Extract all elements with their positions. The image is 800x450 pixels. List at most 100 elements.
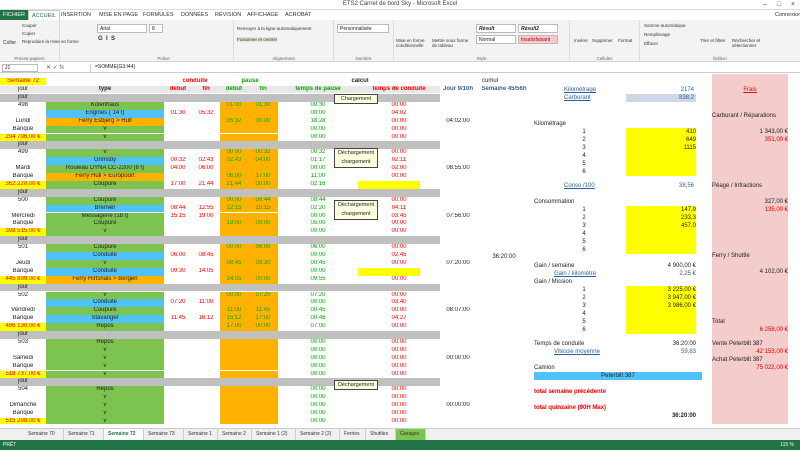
pause-debut[interactable]: 17:00 xyxy=(220,323,248,331)
mission-index[interactable]: 2 xyxy=(574,294,594,302)
conduite-debut[interactable] xyxy=(164,307,192,315)
temps-pause[interactable]: 00:00 xyxy=(278,418,358,424)
pause-fin[interactable]: 00:32 xyxy=(248,149,278,157)
temps-pause[interactable]: 00:45 xyxy=(278,260,358,268)
style-result2[interactable]: Résult2 xyxy=(518,24,558,33)
km-value[interactable]: 410 xyxy=(626,128,696,136)
conduite-fin[interactable]: 06:00 xyxy=(192,165,220,173)
conduite-debut[interactable] xyxy=(164,260,192,268)
temps-conduite[interactable]: 02:45 xyxy=(358,252,440,260)
header-temps-pause[interactable]: temps de pause xyxy=(278,86,358,93)
trip-type[interactable]: v xyxy=(46,228,164,236)
day-money[interactable]: 398 515,00 € xyxy=(0,228,46,236)
frais-peage-1[interactable]: 327,00 € xyxy=(712,198,788,206)
week-total[interactable]: 36:20:00 xyxy=(476,252,532,262)
trip-type[interactable]: Conduite xyxy=(46,299,164,307)
stat-carburant-value[interactable]: 838,2 xyxy=(654,94,694,102)
conduite-fin[interactable] xyxy=(192,118,220,126)
km-title[interactable]: Kilométrage xyxy=(534,120,614,128)
conduite-debut[interactable]: 01:30 xyxy=(164,110,192,118)
stat-kilometrage-label[interactable]: Kilométrage xyxy=(564,86,624,94)
temps-pause[interactable]: 05:00 xyxy=(278,220,358,228)
pause-fin[interactable]: 11:45 xyxy=(248,307,278,315)
conduite-debut[interactable]: 09:30 xyxy=(164,268,192,276)
temps-conduite[interactable]: 00:00 xyxy=(358,220,440,228)
day-bank[interactable]: Banque xyxy=(0,363,46,371)
day-number[interactable]: 498 xyxy=(0,102,46,110)
pause-debut[interactable] xyxy=(220,228,248,236)
temps-conduite[interactable]: 00:00 xyxy=(358,244,440,252)
pause-debut[interactable] xyxy=(220,394,248,402)
pause-fin[interactable]: 00:00 xyxy=(248,220,278,228)
pause-debut[interactable] xyxy=(220,355,248,363)
conduite-fin[interactable]: 14:05 xyxy=(192,268,220,276)
temps-conduite[interactable]: 00:00 xyxy=(358,402,440,410)
day-jour-label[interactable]: jour xyxy=(0,378,46,386)
pause-debut[interactable] xyxy=(220,134,248,142)
trip-type[interactable]: Ferry Hull > Europoort xyxy=(46,173,164,181)
temps-conduite[interactable]: 00:00 xyxy=(358,394,440,402)
trip-type[interactable]: Rouleau DYNA CC-2200 (8 t) xyxy=(46,165,164,173)
header-calcul[interactable]: calcul xyxy=(340,78,380,85)
tab-6[interactable]: RÉVISION xyxy=(212,10,244,20)
tab-7[interactable]: AFFICHAGE xyxy=(244,10,281,20)
mission-value[interactable]: 3 225,00 € xyxy=(626,286,696,294)
temps-pause[interactable]: 00:00 xyxy=(278,402,358,410)
temps-pause[interactable]: 18:28 xyxy=(278,118,358,126)
conso-index[interactable]: 4 xyxy=(574,230,594,238)
temps-pause[interactable]: 00:00 xyxy=(278,268,358,276)
sheet-tab-7[interactable]: Semaine 2 (2) xyxy=(296,429,340,440)
day-total[interactable]: 00:00:00 xyxy=(440,402,476,410)
day-number[interactable]: 500 xyxy=(0,197,46,205)
trip-type[interactable]: Coupure xyxy=(46,244,164,252)
copy-button[interactable]: Copier xyxy=(22,31,35,36)
temps-conduite[interactable]: 00:00 xyxy=(358,323,440,331)
conduite-debut[interactable] xyxy=(164,244,192,252)
insert-cells-button[interactable]: Insérer xyxy=(574,38,588,43)
frais-total-value[interactable]: 6 258,00 € xyxy=(712,326,788,334)
conduite-debut[interactable] xyxy=(164,292,192,300)
format-cells-button[interactable]: Format xyxy=(618,38,632,43)
temps-pause[interactable]: 09:55 xyxy=(278,276,358,284)
temps-conduite[interactable]: 00:00 xyxy=(358,418,440,424)
frais-title[interactable]: Frais xyxy=(712,86,788,94)
pause-debut[interactable] xyxy=(220,363,248,371)
pause-fin[interactable]: 08:44 xyxy=(248,197,278,205)
conduite-debut[interactable]: 08:44 xyxy=(164,205,192,213)
day-number[interactable]: 499 xyxy=(0,149,46,157)
temps-conduite[interactable]: 03:40 xyxy=(358,299,440,307)
day-name[interactable]: Jeudi xyxy=(0,260,46,268)
day-name[interactable]: Mercredi xyxy=(0,213,46,221)
pause-debut[interactable] xyxy=(220,410,248,418)
trip-type[interactable]: Conduite xyxy=(46,252,164,260)
frais-total-label[interactable]: Total xyxy=(712,318,788,326)
conduite-fin[interactable]: 16:12 xyxy=(192,315,220,323)
conduite-fin[interactable] xyxy=(192,347,220,355)
style-normal[interactable]: Normal xyxy=(476,35,516,44)
format-painter-button[interactable]: Reproduire la mise en forme xyxy=(22,39,79,44)
day-name[interactable]: Lundi xyxy=(0,118,46,126)
sheet-tab-1[interactable]: Semaine 71 xyxy=(64,429,104,440)
temps-conduite[interactable]: 00:00 xyxy=(358,228,440,236)
frais-peage-label[interactable]: Péage / Infractions xyxy=(712,182,788,190)
close-icon[interactable]: × xyxy=(786,0,800,10)
trip-type[interactable]: Kolenhaus xyxy=(46,102,164,110)
conduite-fin[interactable]: 08:45 xyxy=(192,252,220,260)
maximize-icon[interactable]: □ xyxy=(772,0,786,10)
header-jour-col[interactable]: Jour 9/10h xyxy=(440,86,476,93)
pause-fin[interactable]: 17:00 xyxy=(248,315,278,323)
conduite-fin[interactable] xyxy=(192,126,220,134)
pause-fin[interactable] xyxy=(248,371,278,379)
pause-fin[interactable]: 00:00 xyxy=(248,276,278,284)
trip-type[interactable]: v xyxy=(46,260,164,268)
trip-type[interactable]: Bremen xyxy=(46,205,164,213)
conso-list-value[interactable]: 457,0 xyxy=(626,222,696,230)
conduite-debut[interactable]: 06:00 xyxy=(164,252,192,260)
day-jour-label[interactable]: jour xyxy=(0,141,46,149)
pause-fin[interactable] xyxy=(248,394,278,402)
trip-type[interactable]: Messagerie (18 t) xyxy=(46,213,164,221)
conduite-debut[interactable] xyxy=(164,323,192,331)
conso-index[interactable]: 6 xyxy=(574,246,594,254)
conduite-fin[interactable]: 02:43 xyxy=(192,157,220,165)
conduite-fin[interactable] xyxy=(192,371,220,379)
